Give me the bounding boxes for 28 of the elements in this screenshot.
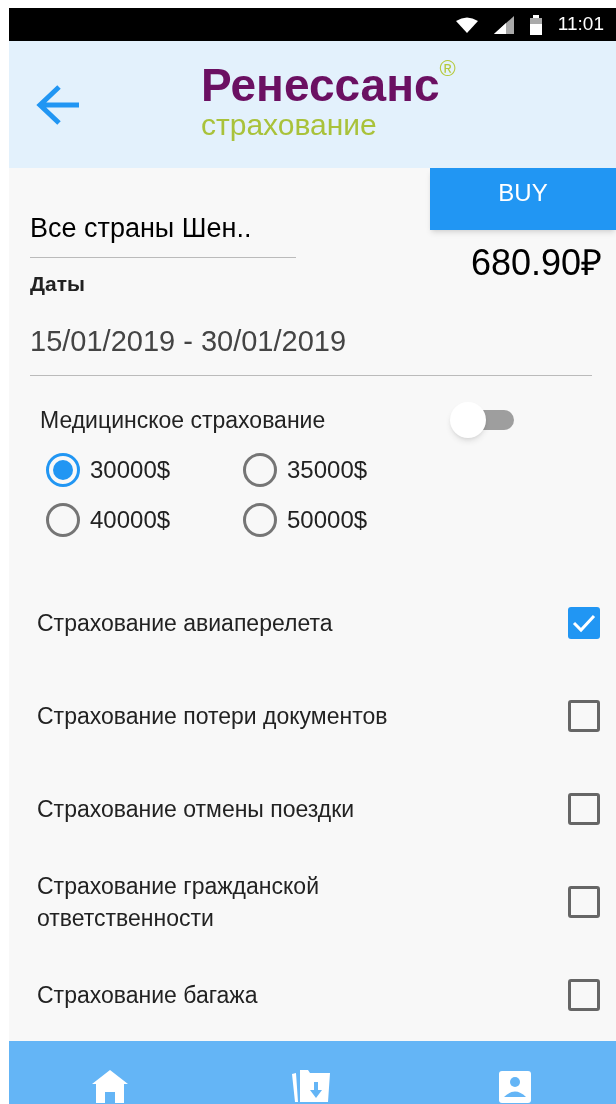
logo-subtitle: страхование [201, 109, 378, 140]
registered-mark: ® [439, 57, 456, 80]
medical-label: Медицинское страхование [40, 406, 327, 436]
insurance-checkbox[interactable] [568, 885, 600, 918]
radio-option[interactable]: 40000$ [46, 502, 243, 539]
back-arrow-icon[interactable] [35, 83, 81, 126]
price: 680.90₽ [470, 241, 602, 286]
profile-icon[interactable] [497, 1070, 532, 1104]
signal-icon [493, 15, 514, 34]
dates-field[interactable]: 15/01/2019 - 30/01/2019 [30, 319, 592, 377]
wifi-icon [455, 16, 478, 33]
insurance-option-label: Страхование багажа [37, 980, 259, 1010]
insurance-checkbox[interactable] [568, 606, 600, 639]
dates-label: Даты [30, 271, 86, 298]
insurance-option-label: Страхование гражданской ответственности [37, 871, 320, 933]
insurance-checkbox[interactable] [568, 699, 600, 732]
insurance-option-label: Страхование отмены поездки [37, 794, 356, 824]
insurance-option-label: Страхование авиаперелета [37, 608, 334, 638]
country-field[interactable]: Все страны Шен.. [30, 208, 296, 258]
insurance-checkbox[interactable] [568, 792, 600, 825]
status-time: 11:01 [557, 12, 604, 37]
radio-option[interactable]: 35000$ [243, 452, 443, 489]
insurance-option-label: Страхование потери документов [37, 701, 389, 731]
battery-icon [529, 14, 542, 35]
radio-option[interactable]: 50000$ [243, 502, 443, 539]
logo-title: Ренессанс [201, 61, 440, 108]
radio-option[interactable]: 30000$ [46, 452, 243, 489]
insurance-checkbox[interactable] [568, 978, 600, 1011]
